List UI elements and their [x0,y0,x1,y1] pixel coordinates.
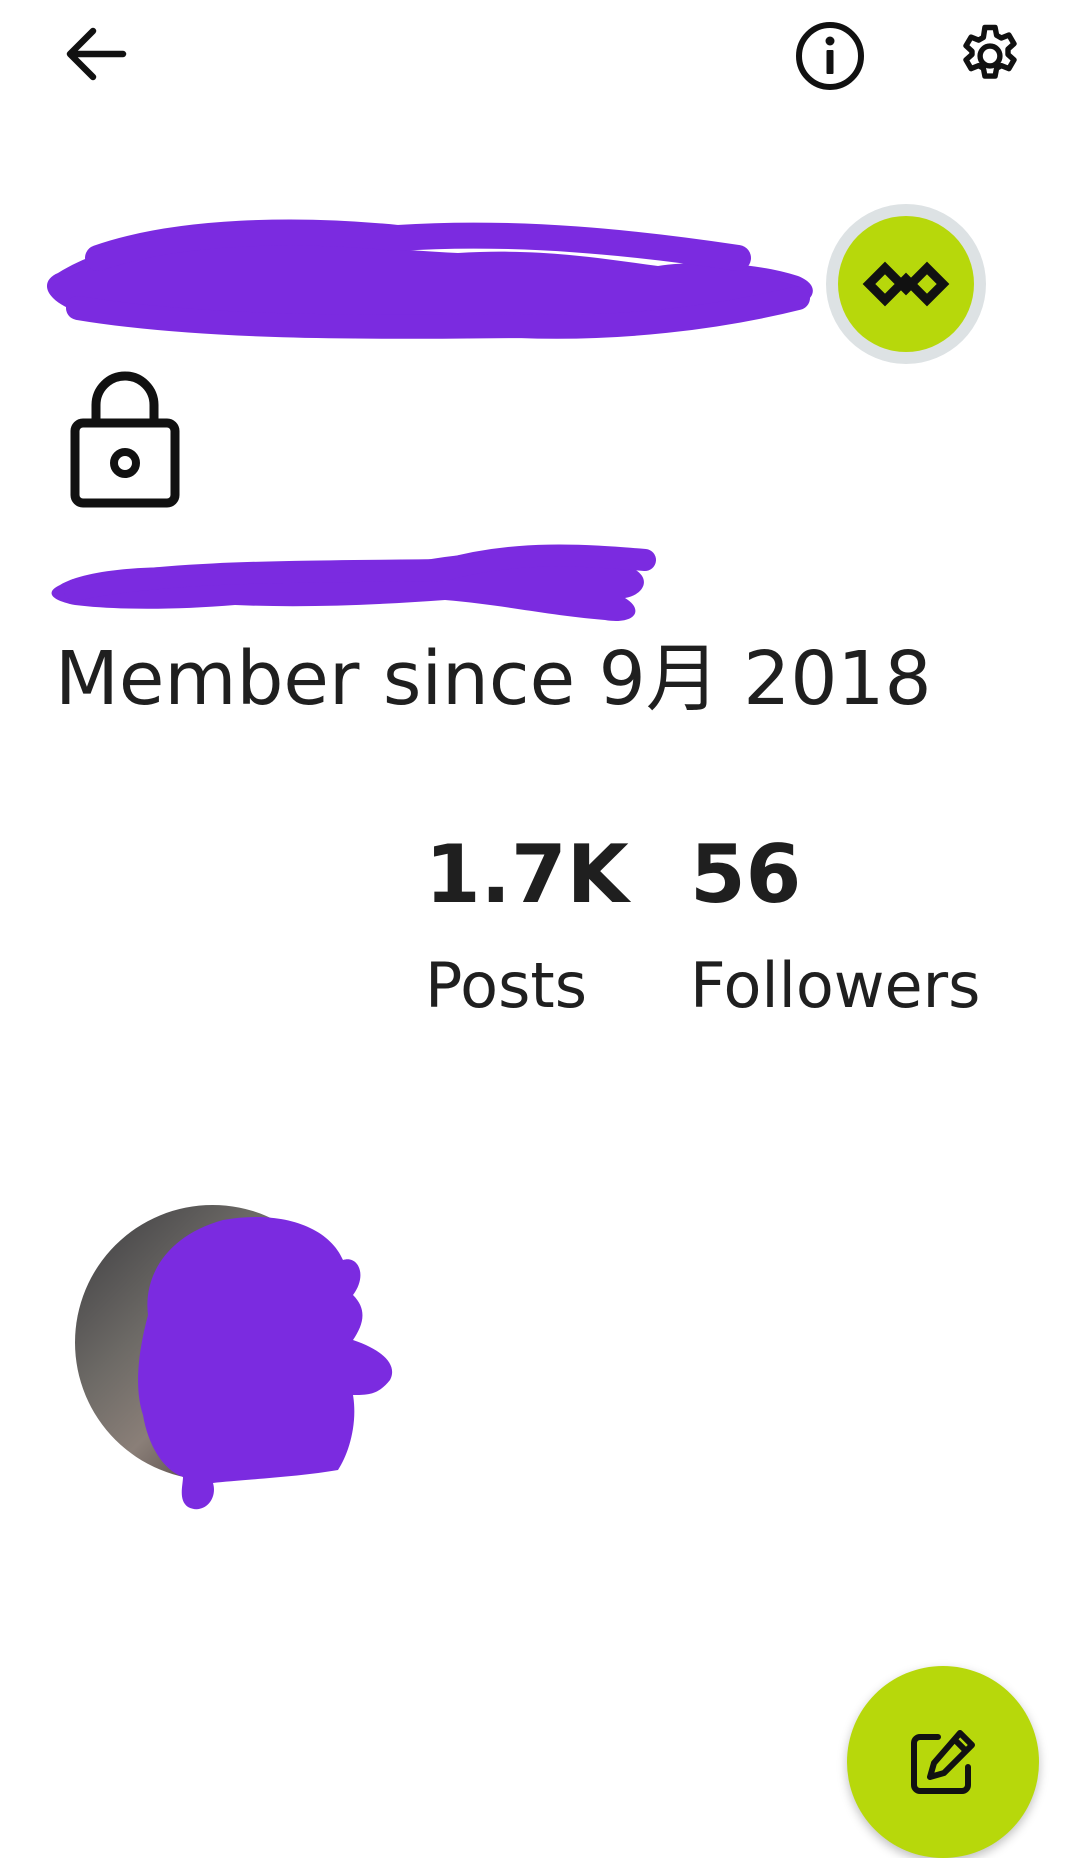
member-since-text: Member since 9月 2018 [55,636,932,722]
redacted-display-name [46,219,813,339]
back-button[interactable] [55,18,135,90]
info-button[interactable] [790,16,870,96]
premium-badge [826,204,986,364]
followers-stat[interactable]: 56 Followers [690,835,980,1017]
settings-button[interactable] [950,16,1030,96]
gear-icon [963,24,1017,79]
info-icon [796,22,864,90]
redacted-username [51,544,656,621]
arrow-left-icon [66,27,127,81]
posts-count: 1.7K [425,828,629,921]
redacted-avatar [138,1216,393,1510]
followers-label: Followers [690,949,981,1022]
lock-icon [70,371,180,508]
compose-button[interactable] [847,1666,1039,1858]
infinity-icon [862,261,950,307]
followers-count: 56 [690,828,802,921]
posts-stat[interactable]: 1.7K Posts [425,835,629,1017]
edit-icon [911,1730,975,1794]
posts-label: Posts [425,949,588,1022]
